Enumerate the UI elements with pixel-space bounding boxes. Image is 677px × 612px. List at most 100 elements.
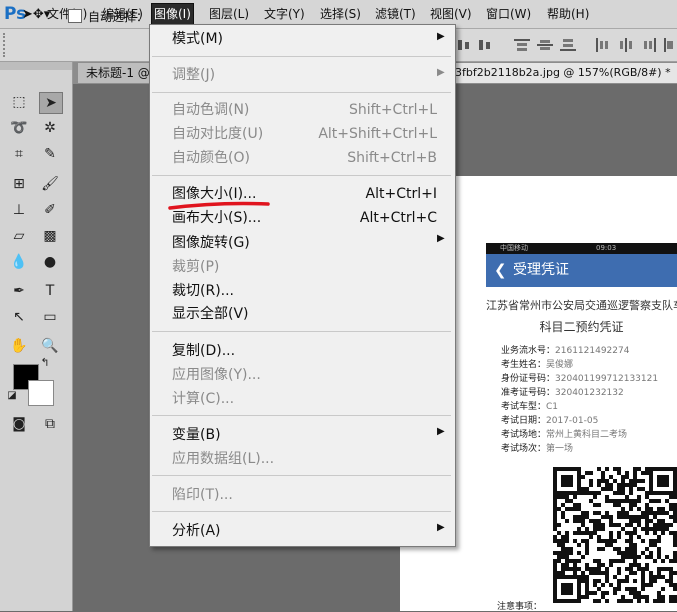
shortcut-canvas-size: Alt+Ctrl+C xyxy=(359,210,437,226)
menu-item-image-rotation[interactable]: 图像旋转(G) xyxy=(172,232,250,254)
distribute-bottom-icon[interactable] xyxy=(559,37,577,53)
status-time: 09:03 xyxy=(596,244,617,252)
phone-status-bar: 中国移动 09:03 xyxy=(486,243,677,254)
menu-select[interactable]: 选择(S) xyxy=(318,4,363,24)
menu-type[interactable]: 文字(Y) xyxy=(262,4,307,24)
zoom-icon[interactable]: 🔍 xyxy=(39,336,61,356)
header-title: 受理凭证 xyxy=(513,262,569,278)
submenu-arrow-icon: ▶ xyxy=(437,31,445,42)
notice-heading: 注意事项： xyxy=(497,602,543,612)
menu-separator xyxy=(152,56,451,57)
submenu-arrow-icon: ▶ xyxy=(437,426,445,437)
menu-window[interactable]: 窗口(W) xyxy=(484,4,533,24)
field-key: 考试场次： xyxy=(501,444,547,454)
field-row: 准考证号码：320401232132 xyxy=(501,385,624,398)
shortcut-auto-color: Shift+Ctrl+B xyxy=(347,150,437,166)
swap-colors-icon[interactable]: ↰ xyxy=(38,356,52,370)
menu-item-variables[interactable]: 变量(B) xyxy=(172,424,221,446)
menu-item-reveal-all[interactable]: 显示全部(V) xyxy=(172,303,249,325)
menu-help[interactable]: 帮助(H) xyxy=(545,4,591,24)
path-select-icon[interactable]: ↖ xyxy=(8,307,30,327)
field-row: 考生姓名：吴俊娜 xyxy=(501,357,573,370)
field-key: 考生姓名： xyxy=(501,360,547,370)
field-value: 320401232132 xyxy=(555,388,624,398)
carrier-text: 中国移动 xyxy=(500,244,528,252)
menu-separator xyxy=(152,92,451,93)
background-color-swatch[interactable] xyxy=(28,380,54,406)
align-icon[interactable] xyxy=(477,37,495,53)
submenu-arrow-icon: ▶ xyxy=(437,233,445,244)
menu-item-duplicate[interactable]: 复制(D)... xyxy=(172,340,235,362)
auto-align-icon[interactable] xyxy=(662,37,676,53)
field-row: 业务流水号：2161121492274 xyxy=(501,343,629,356)
shape-tool-icon[interactable]: ▭ xyxy=(39,307,61,327)
menu-layer[interactable]: 图层(L) xyxy=(207,4,251,24)
eraser-icon[interactable]: ▱ xyxy=(8,226,30,246)
field-value: 2161121492274 xyxy=(555,346,630,356)
menu-separator xyxy=(152,475,451,476)
field-value: 第一场 xyxy=(546,444,574,454)
menu-separator xyxy=(152,415,451,416)
distribute-right-icon[interactable] xyxy=(640,37,658,53)
tab-image-file[interactable]: 3fbf2b2118b2a.jpg @ 157%(RGB/8#) * xyxy=(455,63,677,83)
blur-icon[interactable]: 💧 xyxy=(8,252,30,272)
menu-view[interactable]: 视图(V) xyxy=(428,4,474,24)
dodge-icon[interactable]: ● xyxy=(39,252,61,272)
distribute-left-icon[interactable] xyxy=(594,37,612,53)
auto-select-label: 自动选择： xyxy=(88,10,149,24)
brush-icon[interactable]: 🖌 xyxy=(39,174,61,194)
menu-item-crop[interactable]: 裁剪(P) xyxy=(172,256,219,278)
shortcut-auto-tone: Shift+Ctrl+L xyxy=(349,102,437,118)
field-value: 320401199712133121 xyxy=(555,374,659,384)
field-row: 考试日期：2017-01-05 xyxy=(501,413,598,426)
align-icon[interactable] xyxy=(456,37,474,53)
menu-separator xyxy=(152,175,451,176)
submenu-arrow-icon: ▶ xyxy=(437,522,445,533)
qr-code xyxy=(553,467,677,603)
menu-item-calculations[interactable]: 计算(C)... xyxy=(172,388,234,410)
field-key: 身份证号码： xyxy=(501,374,556,384)
type-tool-icon[interactable]: T xyxy=(39,281,61,301)
default-colors-icon[interactable]: ◪ xyxy=(6,390,18,402)
quick-mask-icon[interactable]: ◙ xyxy=(8,414,30,434)
field-value: 常州上黄科目二考场 xyxy=(546,430,628,440)
clone-stamp-icon[interactable]: ⊥ xyxy=(8,200,30,220)
gradient-icon[interactable]: ▩ xyxy=(39,226,61,246)
menu-item-trap[interactable]: 陷印(T)... xyxy=(172,484,233,506)
pen-icon[interactable]: ✒ xyxy=(8,281,30,301)
move-tool-icon[interactable]: ➤ xyxy=(39,92,63,114)
rect-marquee-icon[interactable]: ⬚ xyxy=(8,92,30,112)
menu-filter[interactable]: 滤镜(T) xyxy=(373,4,418,24)
menu-separator xyxy=(152,331,451,332)
tools-panel-header[interactable] xyxy=(0,62,72,70)
distribute-hcenter-icon[interactable] xyxy=(617,37,635,53)
history-brush-icon[interactable]: ✐ xyxy=(39,200,61,220)
grip-handle[interactable] xyxy=(3,33,8,57)
auto-select-checkbox[interactable] xyxy=(68,9,82,23)
menu-separator xyxy=(152,511,451,512)
move-tool-preset-icon[interactable]: ➤✥▾ xyxy=(22,7,50,22)
menu-image[interactable]: 图像(I) xyxy=(151,3,194,25)
field-value: 2017-01-05 xyxy=(546,416,599,426)
crop-icon[interactable]: ⌗ xyxy=(8,144,30,164)
hand-icon[interactable]: ✋ xyxy=(8,336,30,356)
magic-wand-icon[interactable]: ✲ xyxy=(39,118,61,138)
tab-untitled[interactable]: 未标题-1 @ xyxy=(78,63,158,83)
healing-brush-icon[interactable]: ⊞ xyxy=(8,174,30,194)
lasso-icon[interactable]: ➰ xyxy=(8,118,30,138)
menu-item-trim[interactable]: 裁切(R)... xyxy=(172,280,234,302)
field-row: 身份证号码：320401199712133121 xyxy=(501,371,658,384)
menu-item-analysis[interactable]: 分析(A) xyxy=(172,520,221,542)
screen-mode-icon[interactable]: ⧉ xyxy=(39,414,61,434)
field-key: 考试场地： xyxy=(501,430,547,440)
eyedropper-icon[interactable]: ✎ xyxy=(39,144,61,164)
menu-item-apply-data-set[interactable]: 应用数据组(L)... xyxy=(172,448,274,470)
menu-item-mode[interactable]: 模式(M) xyxy=(172,28,223,50)
phone-header: ❮ 受理凭证 xyxy=(486,254,677,287)
distribute-top-icon[interactable] xyxy=(513,37,531,53)
distribute-vcenter-icon[interactable] xyxy=(536,37,554,53)
menu-item-apply-image[interactable]: 应用图像(Y)... xyxy=(172,364,261,386)
menu-item-adjustments[interactable]: 调整(J) xyxy=(172,64,215,86)
field-key: 准考证号码： xyxy=(501,388,556,398)
field-key: 业务流水号： xyxy=(501,346,556,356)
